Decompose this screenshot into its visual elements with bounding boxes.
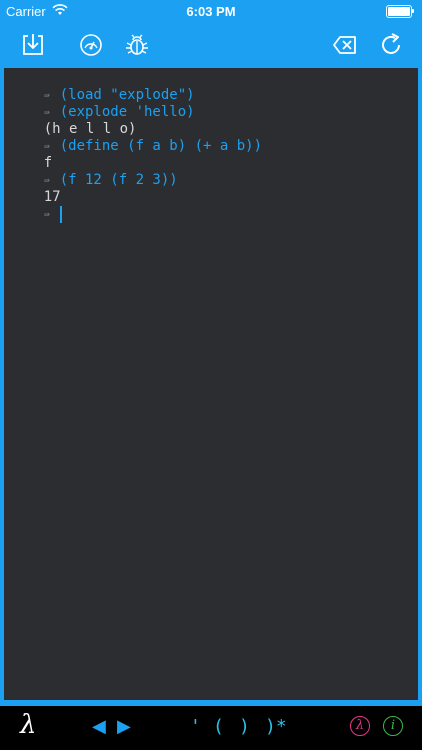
close-paren-button[interactable]: ) [239,716,250,737]
console-input-line[interactable]: ⇛ [10,189,62,223]
console-line: ⇛ (f 12 (f 2 3)) [10,155,178,188]
status-time: 6:03 PM [186,4,236,19]
battery-icon [386,5,414,18]
console-line: ⇛ (explode 'hello) [10,87,195,120]
quote-button[interactable]: ' [190,716,201,737]
bug-icon[interactable] [124,32,150,58]
cursor-left-button[interactable]: ◀ [92,716,106,737]
download-icon[interactable] [20,32,46,58]
console-line: ⇛ (load "explode") [10,70,195,103]
prompt-icon: ⇛ [43,209,50,220]
console-line: ⇛ (define (f a b) (+ a b)) [10,121,262,154]
lambda-badge-icon[interactable]: λ [350,716,370,736]
input-text: (f 12 (f 2 3)) [59,172,178,188]
speedometer-icon[interactable] [78,32,104,58]
console-line: (h e l l o) [10,104,137,137]
open-paren-button[interactable]: ( [213,716,224,737]
console-line: 17 [10,172,61,205]
console-line: f [10,138,52,171]
lambda-button[interactable]: λ [20,710,36,740]
text-cursor [59,206,62,223]
close-all-button[interactable]: )* [265,716,287,737]
info-icon[interactable]: i [383,716,403,736]
toolbar [0,22,422,68]
repl-console[interactable]: ⇛ (load "explode") ⇛ (explode 'hello) (h e… [4,68,418,700]
refresh-icon[interactable] [378,32,404,58]
input-text: (define (f a b) (+ a b)) [59,138,263,154]
clear-icon[interactable] [332,32,358,58]
cursor-right-button[interactable]: ▶ [117,716,131,737]
status-bar: Carrier 6:03 PM [0,0,422,22]
keyboard-accessory-bar: λ ◀ ▶ ' ( ) )* λ i [0,706,422,750]
